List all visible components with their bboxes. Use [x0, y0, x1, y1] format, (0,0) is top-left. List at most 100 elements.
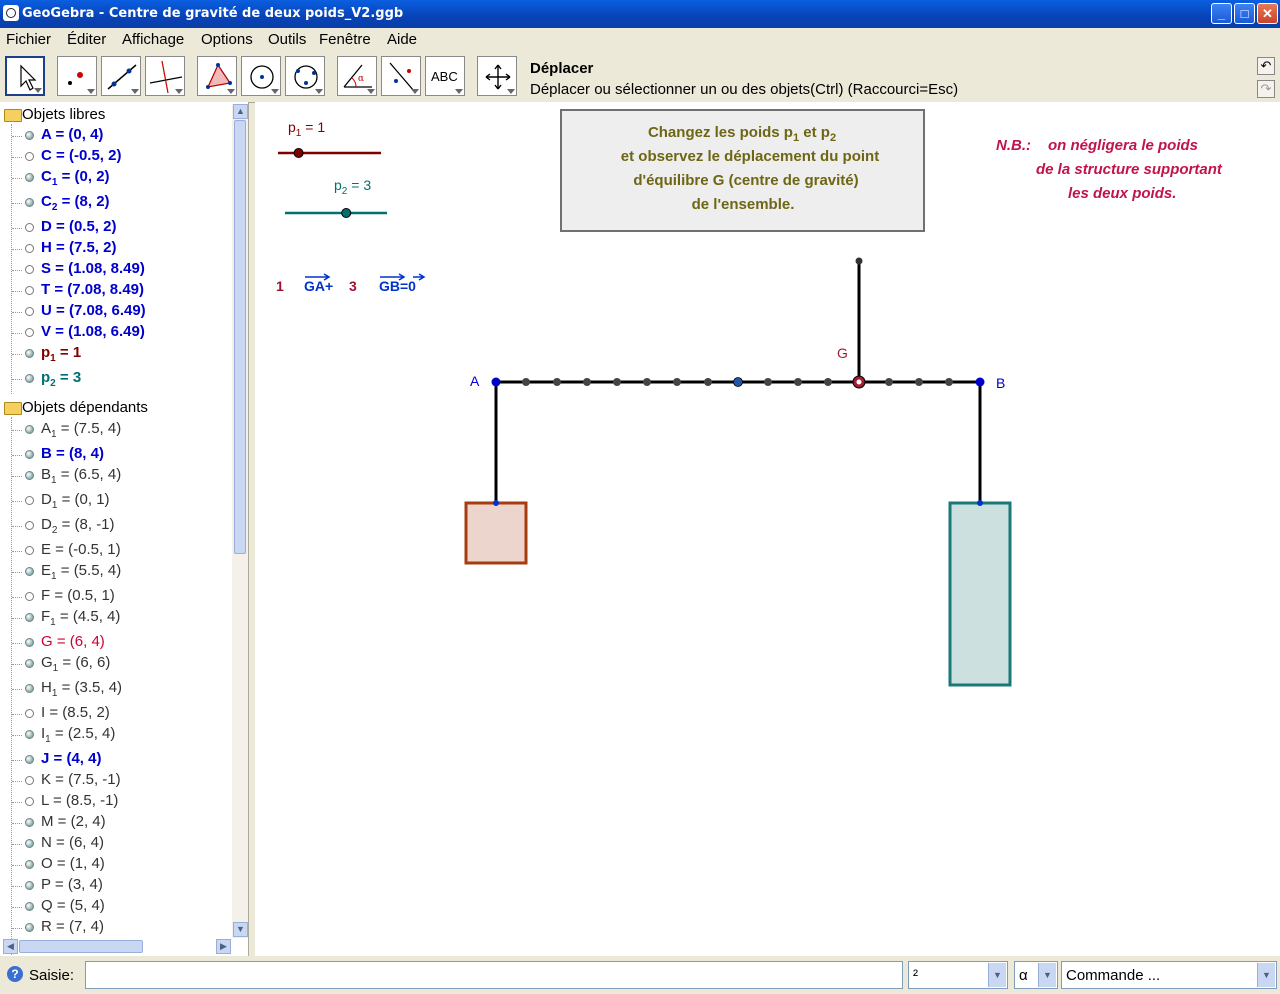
visibility-toggle-icon[interactable] — [25, 776, 34, 785]
algebra-item[interactable]: G1 = (6, 6) — [12, 654, 232, 674]
algebra-item[interactable]: C2 = (8, 2) — [12, 193, 232, 213]
algebra-item[interactable]: D1 = (0, 1) — [12, 491, 232, 511]
support-top-point[interactable] — [855, 257, 863, 265]
visibility-toggle-icon[interactable] — [25, 797, 34, 806]
visibility-toggle-icon[interactable] — [25, 425, 34, 434]
point-c2[interactable] — [977, 500, 983, 506]
visibility-toggle-icon[interactable] — [25, 173, 34, 182]
algebra-item[interactable]: F1 = (4.5, 4) — [12, 608, 232, 628]
visibility-toggle-icon[interactable] — [25, 546, 34, 555]
algebra-item[interactable]: p1 = 1 — [12, 344, 232, 364]
algebra-item[interactable]: F = (0.5, 1) — [12, 587, 232, 607]
algebra-item[interactable]: S = (1.08, 8.49) — [12, 260, 232, 280]
beam-point[interactable] — [824, 378, 832, 386]
move-view-tool-button[interactable] — [477, 56, 517, 96]
visibility-toggle-icon[interactable] — [25, 198, 34, 207]
algebra-item[interactable]: Q = (5, 4) — [12, 897, 232, 917]
algebra-item[interactable]: D = (0.5, 2) — [12, 218, 232, 238]
algebra-item[interactable]: I1 = (2.5, 4) — [12, 725, 232, 745]
visibility-toggle-icon[interactable] — [25, 709, 34, 718]
visibility-toggle-icon[interactable] — [25, 839, 34, 848]
beam-point[interactable] — [764, 378, 772, 386]
algebra-item[interactable]: p2 = 3 — [12, 369, 232, 389]
visibility-toggle-icon[interactable] — [25, 521, 34, 530]
visibility-toggle-icon[interactable] — [25, 131, 34, 140]
visibility-toggle-icon[interactable] — [25, 307, 34, 316]
visibility-toggle-icon[interactable] — [25, 374, 34, 383]
algebra-item[interactable]: A = (0, 4) — [12, 126, 232, 146]
algebra-item[interactable]: M = (2, 4) — [12, 813, 232, 833]
beam-point[interactable] — [945, 378, 953, 386]
algebra-item[interactable]: E1 = (5.5, 4) — [12, 562, 232, 582]
beam-point[interactable] — [704, 378, 712, 386]
visibility-toggle-icon[interactable] — [25, 471, 34, 480]
visibility-toggle-icon[interactable] — [25, 328, 34, 337]
geogebra-app-icon[interactable] — [3, 5, 19, 21]
algebra-item[interactable]: O = (1, 4) — [12, 855, 232, 875]
slider-p2-handle[interactable] — [341, 208, 352, 218]
chevron-down-icon[interactable]: ▼ — [1038, 963, 1056, 987]
reflect-tool-button[interactable] — [381, 56, 421, 96]
free-objects-header[interactable]: Objets libres — [22, 106, 105, 123]
beam-point[interactable] — [915, 378, 923, 386]
beam-point[interactable] — [613, 378, 621, 386]
minimize-button[interactable]: _ — [1211, 3, 1232, 24]
graphics-canvas[interactable]: p1 = 1 p2 = 3 1 GA+ 3 GB=0 Changez les p… — [255, 102, 1280, 956]
beam-point[interactable] — [553, 378, 561, 386]
visibility-toggle-icon[interactable] — [25, 496, 34, 505]
greek-combo[interactable]: α ▼ — [1014, 961, 1058, 989]
visibility-toggle-icon[interactable] — [25, 152, 34, 161]
visibility-toggle-icon[interactable] — [25, 450, 34, 459]
algebra-item[interactable]: A1 = (7.5, 4) — [12, 420, 232, 440]
visibility-toggle-icon[interactable] — [25, 592, 34, 601]
point-b[interactable] — [975, 377, 985, 387]
algebra-item[interactable]: H = (7.5, 2) — [12, 239, 232, 259]
line-tool-button[interactable] — [101, 56, 141, 96]
beam-point[interactable] — [643, 378, 651, 386]
algebra-item[interactable]: N = (6, 4) — [12, 834, 232, 854]
algebra-item[interactable]: P = (3, 4) — [12, 876, 232, 896]
undo-button[interactable]: ↶ — [1257, 57, 1275, 75]
chevron-down-icon[interactable]: ▼ — [988, 963, 1006, 987]
algebra-item[interactable]: C = (-0.5, 2) — [12, 147, 232, 167]
perpendicular-tool-button[interactable] — [145, 56, 185, 96]
polygon-tool-button[interactable] — [197, 56, 237, 96]
visibility-toggle-icon[interactable] — [25, 613, 34, 622]
chevron-down-icon[interactable]: ▼ — [1257, 963, 1275, 987]
redo-button[interactable]: ↷ — [1257, 80, 1275, 98]
close-button[interactable]: ✕ — [1257, 3, 1278, 24]
power-combo[interactable]: ² ▼ — [908, 961, 1008, 989]
algebra-item[interactable]: I = (8.5, 2) — [12, 704, 232, 724]
algebra-item[interactable]: T = (7.08, 8.49) — [12, 281, 232, 301]
scroll-left-button[interactable]: ◀ — [3, 939, 18, 954]
scroll-right-button[interactable]: ▶ — [216, 939, 231, 954]
algebra-item[interactable]: V = (1.08, 6.49) — [12, 323, 232, 343]
beam-point[interactable] — [583, 378, 591, 386]
algebra-item[interactable]: C1 = (0, 2) — [12, 168, 232, 188]
visibility-toggle-icon[interactable] — [25, 684, 34, 693]
algebra-item[interactable]: J = (4, 4) — [12, 750, 232, 770]
scroll-down-button[interactable]: ▼ — [233, 922, 248, 937]
point-a[interactable] — [491, 377, 501, 387]
text-tool-button[interactable]: ABC — [425, 56, 465, 96]
slider-p1-handle[interactable] — [293, 148, 304, 158]
graphics-view[interactable]: p1 = 1 p2 = 3 1 GA+ 3 GB=0 Changez les p… — [255, 102, 1280, 956]
algebra-item[interactable]: R = (7, 4) — [12, 918, 232, 938]
beam-point[interactable] — [673, 378, 681, 386]
point-j[interactable] — [733, 377, 743, 387]
horizontal-scroll-thumb[interactable] — [19, 940, 143, 953]
menu-outils[interactable]: Outils — [268, 31, 306, 48]
angle-tool-button[interactable]: α — [337, 56, 377, 96]
algebra-item[interactable]: B = (8, 4) — [12, 445, 232, 465]
menu-fichier[interactable]: Fichier — [6, 31, 51, 48]
help-icon[interactable]: ? — [7, 966, 23, 982]
input-field[interactable] — [85, 961, 903, 989]
visibility-toggle-icon[interactable] — [25, 923, 34, 932]
algebra-item[interactable]: D2 = (8, -1) — [12, 516, 232, 536]
menu-fenetre[interactable]: Fenêtre — [319, 31, 371, 48]
menu-options[interactable]: Options — [201, 31, 253, 48]
scroll-up-button[interactable]: ▲ — [233, 104, 248, 119]
algebra-item[interactable]: B1 = (6.5, 4) — [12, 466, 232, 486]
algebra-item[interactable]: K = (7.5, -1) — [12, 771, 232, 791]
visibility-toggle-icon[interactable] — [25, 730, 34, 739]
